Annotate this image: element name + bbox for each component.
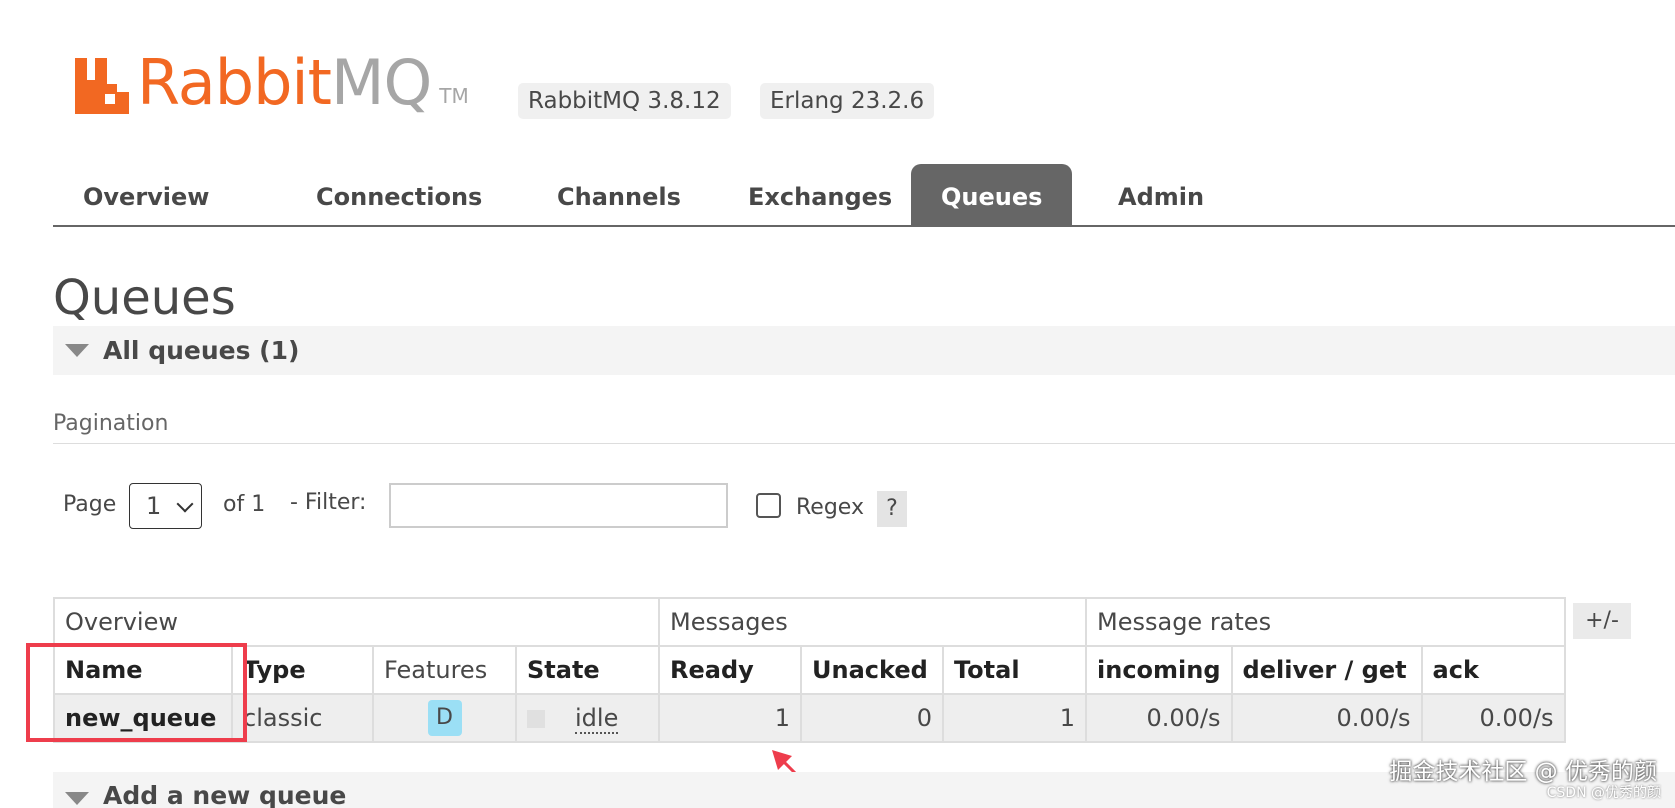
regex-label: Regex: [796, 495, 864, 520]
columns-toggle-button[interactable]: +/-: [1573, 603, 1631, 639]
regex-checkbox[interactable]: [756, 493, 781, 518]
logo-trademark: TM: [439, 84, 469, 108]
queue-state: idle: [515, 693, 660, 743]
table-group-header-row: Overview Messages Message rates: [53, 597, 1566, 647]
tab-exchanges[interactable]: Exchanges: [718, 164, 922, 227]
rabbitmq-logo-icon: [75, 58, 129, 114]
page-title: Queues: [53, 270, 236, 326]
queue-incoming-rate: 0.00/s: [1085, 693, 1233, 743]
all-queues-label: All queues (1): [103, 336, 300, 365]
col-ready[interactable]: Ready: [658, 645, 802, 695]
col-ack[interactable]: ack: [1420, 645, 1566, 695]
pagination-label: Pagination: [53, 411, 169, 436]
main-nav: Overview Connections Channels Exchanges …: [53, 164, 1675, 227]
logo-text-mq: MQ: [330, 46, 432, 119]
queue-unacked: 0: [800, 693, 944, 743]
queue-ready: 1: [658, 693, 802, 743]
annotation-highlight-box: [26, 643, 247, 742]
regex-help-button[interactable]: ?: [877, 491, 907, 527]
page-label: Page: [63, 492, 117, 517]
page-select[interactable]: 1: [129, 483, 202, 529]
queue-ack-rate: 0.00/s: [1420, 693, 1566, 743]
collapse-triangle-icon: [65, 344, 89, 357]
col-type[interactable]: Type: [231, 645, 374, 695]
col-state[interactable]: State: [515, 645, 660, 695]
tab-queues[interactable]: Queues: [911, 164, 1073, 227]
pagination-divider: [53, 443, 1675, 444]
rabbitmq-logo: Rabbit MQ TM: [75, 50, 469, 114]
tab-channels[interactable]: Channels: [527, 164, 711, 227]
page-select-value: 1: [146, 492, 162, 520]
col-deliver-get[interactable]: deliver / get: [1230, 645, 1423, 695]
collapse-triangle-icon: [65, 792, 89, 805]
queue-type: classic: [231, 693, 374, 743]
queues-table: Overview Messages Message rates Name Typ…: [53, 597, 1566, 743]
state-indicator-icon: [527, 710, 545, 728]
page-of-label: of 1: [223, 492, 266, 517]
tab-overview[interactable]: Overview: [53, 164, 239, 227]
chevron-down-icon: [176, 495, 194, 513]
add-queue-label: Add a new queue: [103, 781, 347, 808]
table-row: new_queue classic D idle 1 0 1 0.00/s 0.…: [53, 693, 1566, 743]
col-features: Features: [372, 645, 517, 695]
durable-feature-badge: D: [427, 700, 462, 736]
col-incoming[interactable]: incoming: [1085, 645, 1233, 695]
filter-input[interactable]: [389, 483, 728, 528]
watermark-subtext: CSDN @优秀的颜: [1546, 785, 1661, 801]
queue-features: D: [372, 693, 517, 743]
all-queues-section-header[interactable]: All queues (1): [53, 326, 1675, 375]
queue-deliver-get-rate: 0.00/s: [1230, 693, 1423, 743]
rabbitmq-version-badge: RabbitMQ 3.8.12: [518, 83, 731, 119]
watermark-text: 掘金技术社区 @ 优秀的颜: [1389, 759, 1657, 785]
tab-admin[interactable]: Admin: [1088, 164, 1234, 227]
table-header-row: Name Type Features State Ready Unacked T…: [53, 645, 1566, 695]
col-total[interactable]: Total: [942, 645, 1087, 695]
col-unacked[interactable]: Unacked: [800, 645, 944, 695]
group-message-rates: Message rates: [1085, 597, 1566, 647]
erlang-version-badge: Erlang 23.2.6: [760, 83, 935, 119]
tab-connections[interactable]: Connections: [286, 164, 512, 227]
state-text: idle: [575, 704, 619, 734]
group-overview: Overview: [53, 597, 660, 647]
group-messages: Messages: [658, 597, 1087, 647]
filter-label: - Filter:: [290, 490, 367, 515]
queue-total: 1: [942, 693, 1087, 743]
logo-text-rabbit: Rabbit: [137, 46, 332, 119]
